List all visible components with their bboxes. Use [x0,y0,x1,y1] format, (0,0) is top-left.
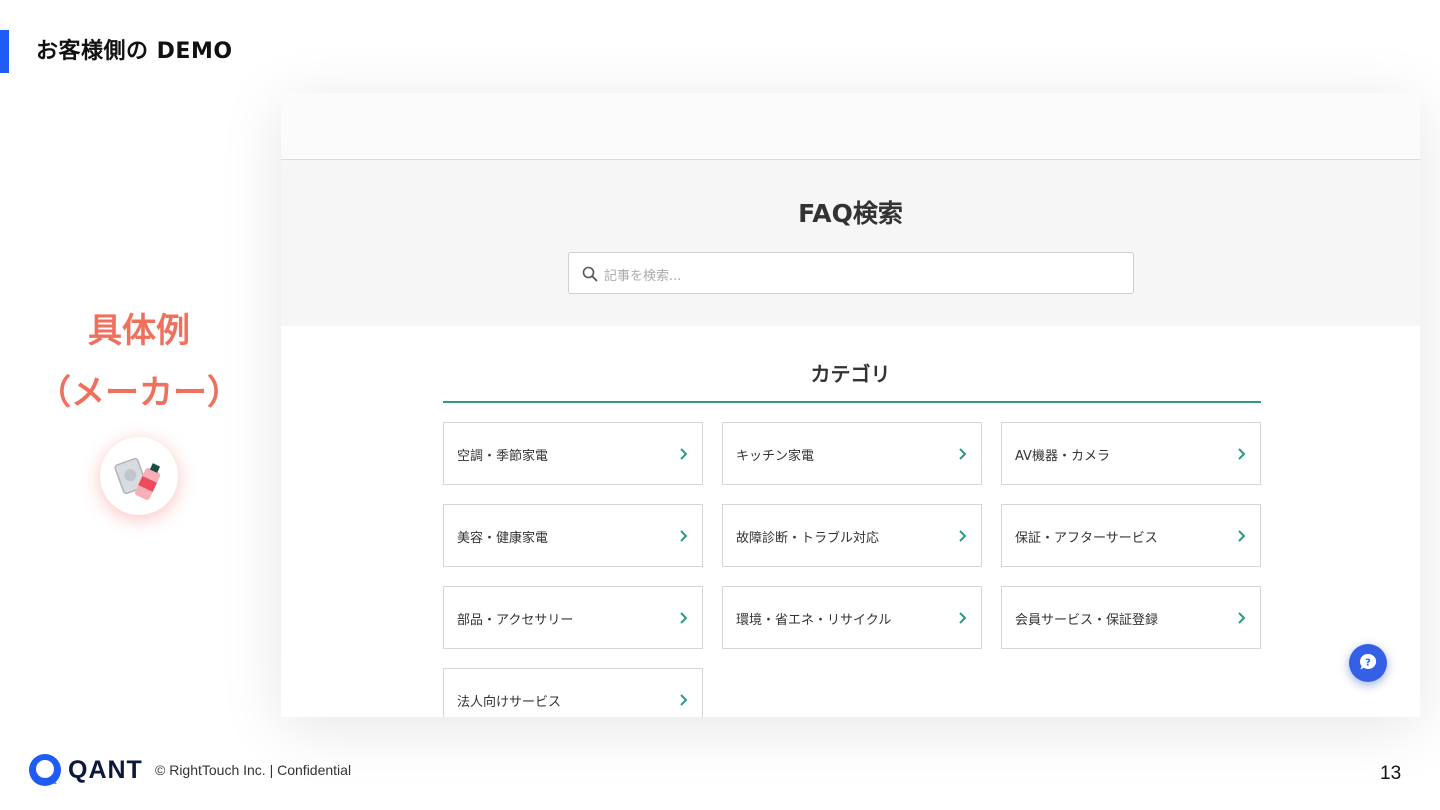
example-sublabel: （メーカー） [37,373,241,413]
svg-text:?: ? [1365,658,1371,669]
category-card[interactable]: 空調・季節家電 [443,422,703,485]
category-label: 美容・健康家電 [457,531,549,546]
category-card[interactable]: 美容・健康家電 [443,504,703,567]
footer-copyright: © RightTouch Inc. | Confidential [155,762,352,778]
slide-title: お客様側の DEMO [36,39,233,64]
example-label: 具体例 [88,311,190,351]
page-number: 13 [1380,763,1402,784]
category-card[interactable]: 故障診断・トラブル対応 [722,504,982,567]
embedded-faq-page: FAQ検索 記事を検索... カテゴリ 空調・季節家電 キッチン家電 AV機器・… [281,93,1420,717]
chevron-right-icon [680,694,688,706]
search-placeholder: 記事を検索... [604,269,682,284]
chevron-right-icon [1238,530,1246,542]
category-label: 環境・省エネ・リサイクル [736,613,892,628]
category-label: AV機器・カメラ [1015,449,1110,464]
chevron-right-icon [959,448,967,460]
faq-title: FAQ検索 [798,199,903,228]
chevron-right-icon [959,530,967,542]
chevron-right-icon [1238,612,1246,624]
qant-logo-icon [29,754,61,786]
appliance-products-icon [114,457,161,500]
category-label: 部品・アクセサリー [457,613,574,628]
faq-hero: FAQ検索 記事を検索... [281,160,1420,326]
chat-help-button[interactable]: ? [1349,644,1387,682]
category-card[interactable]: 部品・アクセサリー [443,586,703,649]
chevron-right-icon [680,612,688,624]
category-label: キッチン家電 [736,449,815,464]
chevron-right-icon [1238,448,1246,460]
chat-help-icon: ? [1360,653,1377,670]
faq-search-field[interactable]: 記事を検索... [568,252,1134,294]
category-card[interactable]: 法人向けサービス [443,668,703,717]
category-label: 法人向けサービス [457,695,562,710]
chevron-right-icon [680,448,688,460]
category-card[interactable]: 環境・省エネ・リサイクル [722,586,982,649]
title-accent-bar [0,30,9,73]
section-divider [443,401,1261,403]
maker-badge [100,437,178,515]
chevron-right-icon [680,530,688,542]
category-card[interactable]: AV機器・カメラ [1001,422,1261,485]
category-label: 故障診断・トラブル対応 [736,531,880,546]
category-label: 会員サービス・保証登録 [1015,613,1159,628]
category-label: 空調・季節家電 [457,449,549,464]
category-card[interactable]: 保証・アフターサービス [1001,504,1261,567]
site-header [281,93,1420,160]
footer-brand: QANT [68,756,143,784]
category-label: 保証・アフターサービス [1015,531,1158,546]
search-icon [582,266,598,282]
category-section-title: カテゴリ [810,362,891,386]
category-card[interactable]: 会員サービス・保証登録 [1001,586,1261,649]
chevron-right-icon [959,612,967,624]
category-card[interactable]: キッチン家電 [722,422,982,485]
